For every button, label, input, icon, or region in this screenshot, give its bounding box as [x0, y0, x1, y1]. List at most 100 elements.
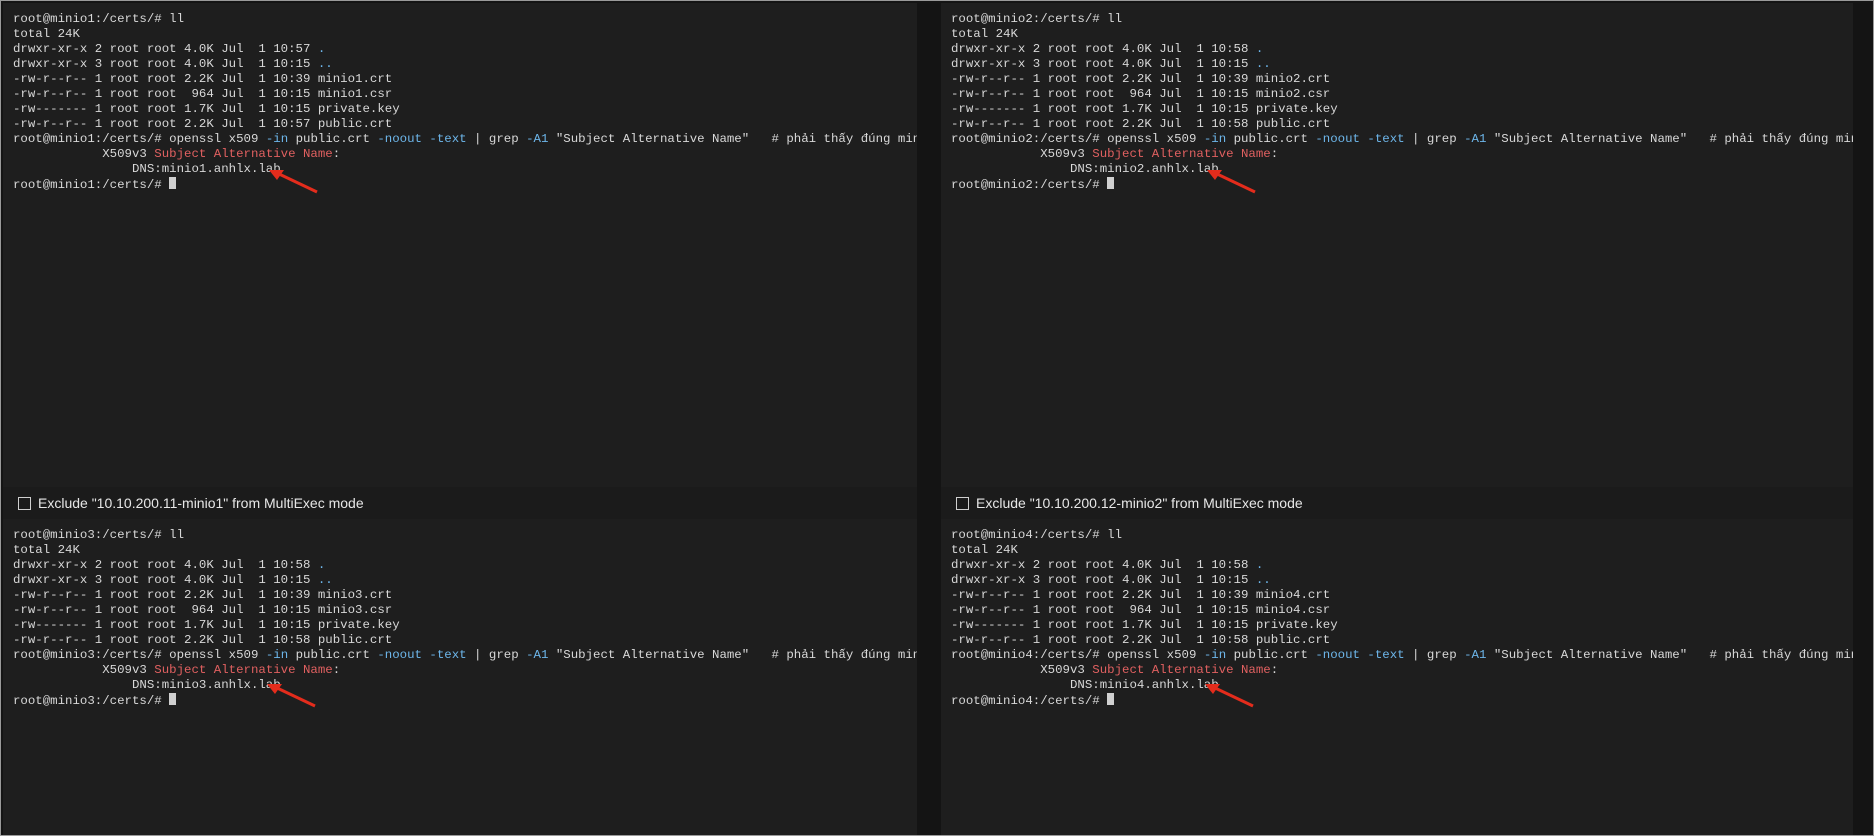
- window-frame: root@minio1:/certs/# ll total 24K drwxr-…: [0, 0, 1874, 836]
- annotation-arrow-icon: [1207, 170, 1256, 194]
- ext-colon: :: [1270, 663, 1279, 677]
- terminal-pane-minio4[interactable]: root@minio4:/certs/# ll total 24K drwxr-…: [941, 519, 1853, 835]
- openssl-cmd: public.crt: [288, 648, 378, 662]
- ext-label: Subject Alternative Name: [1092, 663, 1271, 677]
- annotation-arrow-icon: [1205, 684, 1254, 708]
- dir-row-meta: drwxr-xr-x 2 root root 4.0K Jul 1 10:58: [951, 42, 1256, 56]
- ext-indent: X509v3: [13, 663, 155, 677]
- openssl-cmd: openssl x509: [169, 648, 266, 662]
- openssl-flag: -A1: [1464, 648, 1487, 662]
- dir-row-name: ..: [317, 573, 333, 587]
- dir-row-meta: drwxr-xr-x 2 root root 4.0K Jul 1 10:58: [13, 558, 318, 572]
- terminal-pane-minio3[interactable]: root@minio3:/certs/# ll total 24K drwxr-…: [3, 519, 917, 835]
- openssl-cmd: | grep: [1404, 648, 1465, 662]
- command: ll: [169, 528, 185, 542]
- dir-row-meta: drwxr-xr-x 2 root root 4.0K Jul 1 10:58: [951, 558, 1256, 572]
- total-line: total 24K: [951, 543, 1018, 557]
- file-row: -rw-r--r-- 1 root root 2.2K Jul 1 10:39 …: [951, 588, 1331, 602]
- openssl-flag: -in: [265, 648, 289, 662]
- file-row: -rw-r--r-- 1 root root 2.2K Jul 1 10:39 …: [951, 72, 1331, 86]
- openssl-cmd: public.crt: [288, 132, 378, 146]
- openssl-cmd: openssl x509: [169, 132, 266, 146]
- openssl-cmd: openssl x509: [1107, 132, 1204, 146]
- dns-line: DNS:minio3.anhlx.lab: [13, 678, 281, 692]
- exclude-label: Exclude "10.10.200.12-minio2" from Multi…: [976, 495, 1303, 511]
- prompt: root@minio1:/certs/#: [13, 178, 170, 192]
- exclude-checkbox[interactable]: [956, 496, 969, 510]
- openssl-cmd: | grep: [466, 648, 527, 662]
- prompt: root@minio3:/certs/#: [13, 694, 170, 708]
- openssl-cmd: public.crt: [1226, 132, 1316, 146]
- exclude-label: Exclude "10.10.200.11-minio1" from Multi…: [38, 495, 364, 511]
- openssl-cmd: | grep: [466, 132, 527, 146]
- openssl-flag: -in: [1203, 132, 1227, 146]
- total-line: total 24K: [13, 27, 80, 41]
- exclude-checkbox[interactable]: [18, 496, 31, 510]
- ext-indent: X509v3: [951, 663, 1093, 677]
- prompt: root@minio2:/certs/#: [951, 12, 1108, 26]
- annotation-arrow-icon: [267, 684, 316, 708]
- annotation-arrow-icon: [269, 170, 318, 194]
- openssl-cmd: "Subject Alternative Name" # phải thấy đ…: [548, 132, 917, 146]
- openssl-flag: -A1: [526, 132, 549, 146]
- ext-colon: :: [1270, 147, 1279, 161]
- openssl-flag: -noout -text: [1315, 648, 1405, 662]
- openssl-flag: -in: [1203, 648, 1227, 662]
- file-row: -rw-r--r-- 1 root root 2.2K Jul 1 10:58 …: [951, 117, 1331, 131]
- dir-row-name: ..: [1255, 573, 1271, 587]
- file-row: -rw-r--r-- 1 root root 2.2K Jul 1 10:58 …: [13, 633, 393, 647]
- file-row: -rw-r--r-- 1 root root 2.2K Jul 1 10:57 …: [13, 117, 393, 131]
- file-row: -rw-r--r-- 1 root root 964 Jul 1 10:15 m…: [951, 603, 1331, 617]
- file-row: -rw-r--r-- 1 root root 964 Jul 1 10:15 m…: [951, 87, 1331, 101]
- ext-colon: :: [332, 663, 341, 677]
- dir-row-meta: drwxr-xr-x 3 root root 4.0K Jul 1 10:15: [951, 57, 1256, 71]
- dns-line: DNS:minio1.anhlx.lab: [13, 162, 281, 176]
- file-row: -rw------- 1 root root 1.7K Jul 1 10:15 …: [951, 618, 1338, 632]
- prompt: root@minio3:/certs/#: [13, 648, 170, 662]
- dir-row-name: ..: [317, 57, 333, 71]
- ext-colon: :: [332, 147, 341, 161]
- exclude-multiexec-bar-minio2[interactable]: Exclude "10.10.200.12-minio2" from Multi…: [941, 487, 1853, 519]
- prompt: root@minio4:/certs/#: [951, 694, 1108, 708]
- dir-row-name: .: [317, 42, 326, 56]
- terminal-output: root@minio2:/certs/# ll total 24K drwxr-…: [951, 12, 1853, 193]
- file-row: -rw-r--r-- 1 root root 2.2K Jul 1 10:39 …: [13, 72, 393, 86]
- prompt: root@minio1:/certs/#: [13, 132, 170, 146]
- dir-row-name: .: [317, 558, 326, 572]
- dir-row-meta: drwxr-xr-x 3 root root 4.0K Jul 1 10:15: [13, 57, 318, 71]
- prompt: root@minio2:/certs/#: [951, 178, 1108, 192]
- terminal-output: root@minio4:/certs/# ll total 24K drwxr-…: [951, 528, 1853, 709]
- dir-row-meta: drwxr-xr-x 2 root root 4.0K Jul 1 10:57: [13, 42, 318, 56]
- openssl-flag: -A1: [526, 648, 549, 662]
- cursor: [169, 693, 177, 705]
- total-line: total 24K: [951, 27, 1018, 41]
- prompt: root@minio3:/certs/#: [13, 528, 170, 542]
- openssl-cmd: "Subject Alternative Name" # phải thấy đ…: [1486, 648, 1853, 662]
- terminal-pane-minio1[interactable]: root@minio1:/certs/# ll total 24K drwxr-…: [3, 3, 917, 487]
- openssl-flag: -noout -text: [377, 648, 467, 662]
- file-row: -rw------- 1 root root 1.7K Jul 1 10:15 …: [13, 618, 400, 632]
- prompt: root@minio1:/certs/#: [13, 12, 170, 26]
- dns-line: DNS:minio2.anhlx.lab: [951, 162, 1219, 176]
- prompt: root@minio2:/certs/#: [951, 132, 1108, 146]
- ext-indent: X509v3: [951, 147, 1093, 161]
- openssl-flag: -in: [265, 132, 289, 146]
- dir-row-name: .: [1255, 558, 1264, 572]
- prompt: root@minio4:/certs/#: [951, 528, 1108, 542]
- openssl-cmd: openssl x509: [1107, 648, 1204, 662]
- file-row: -rw------- 1 root root 1.7K Jul 1 10:15 …: [951, 102, 1338, 116]
- command: ll: [1107, 528, 1123, 542]
- openssl-cmd: public.crt: [1226, 648, 1316, 662]
- openssl-cmd: "Subject Alternative Name" # phải thấy đ…: [548, 648, 917, 662]
- terminal-output: root@minio3:/certs/# ll total 24K drwxr-…: [13, 528, 917, 709]
- exclude-multiexec-bar-minio1[interactable]: Exclude "10.10.200.11-minio1" from Multi…: [3, 487, 917, 519]
- file-row: -rw-r--r-- 1 root root 964 Jul 1 10:15 m…: [13, 87, 393, 101]
- terminal-pane-minio2[interactable]: root@minio2:/certs/# ll total 24K drwxr-…: [941, 3, 1853, 487]
- file-row: -rw-r--r-- 1 root root 2.2K Jul 1 10:39 …: [13, 588, 393, 602]
- file-row: -rw-r--r-- 1 root root 964 Jul 1 10:15 m…: [13, 603, 393, 617]
- file-row: -rw------- 1 root root 1.7K Jul 1 10:15 …: [13, 102, 400, 116]
- cursor: [1107, 177, 1115, 189]
- dir-row-name: .: [1255, 42, 1264, 56]
- openssl-flag: -noout -text: [1315, 132, 1405, 146]
- command: ll: [169, 12, 185, 26]
